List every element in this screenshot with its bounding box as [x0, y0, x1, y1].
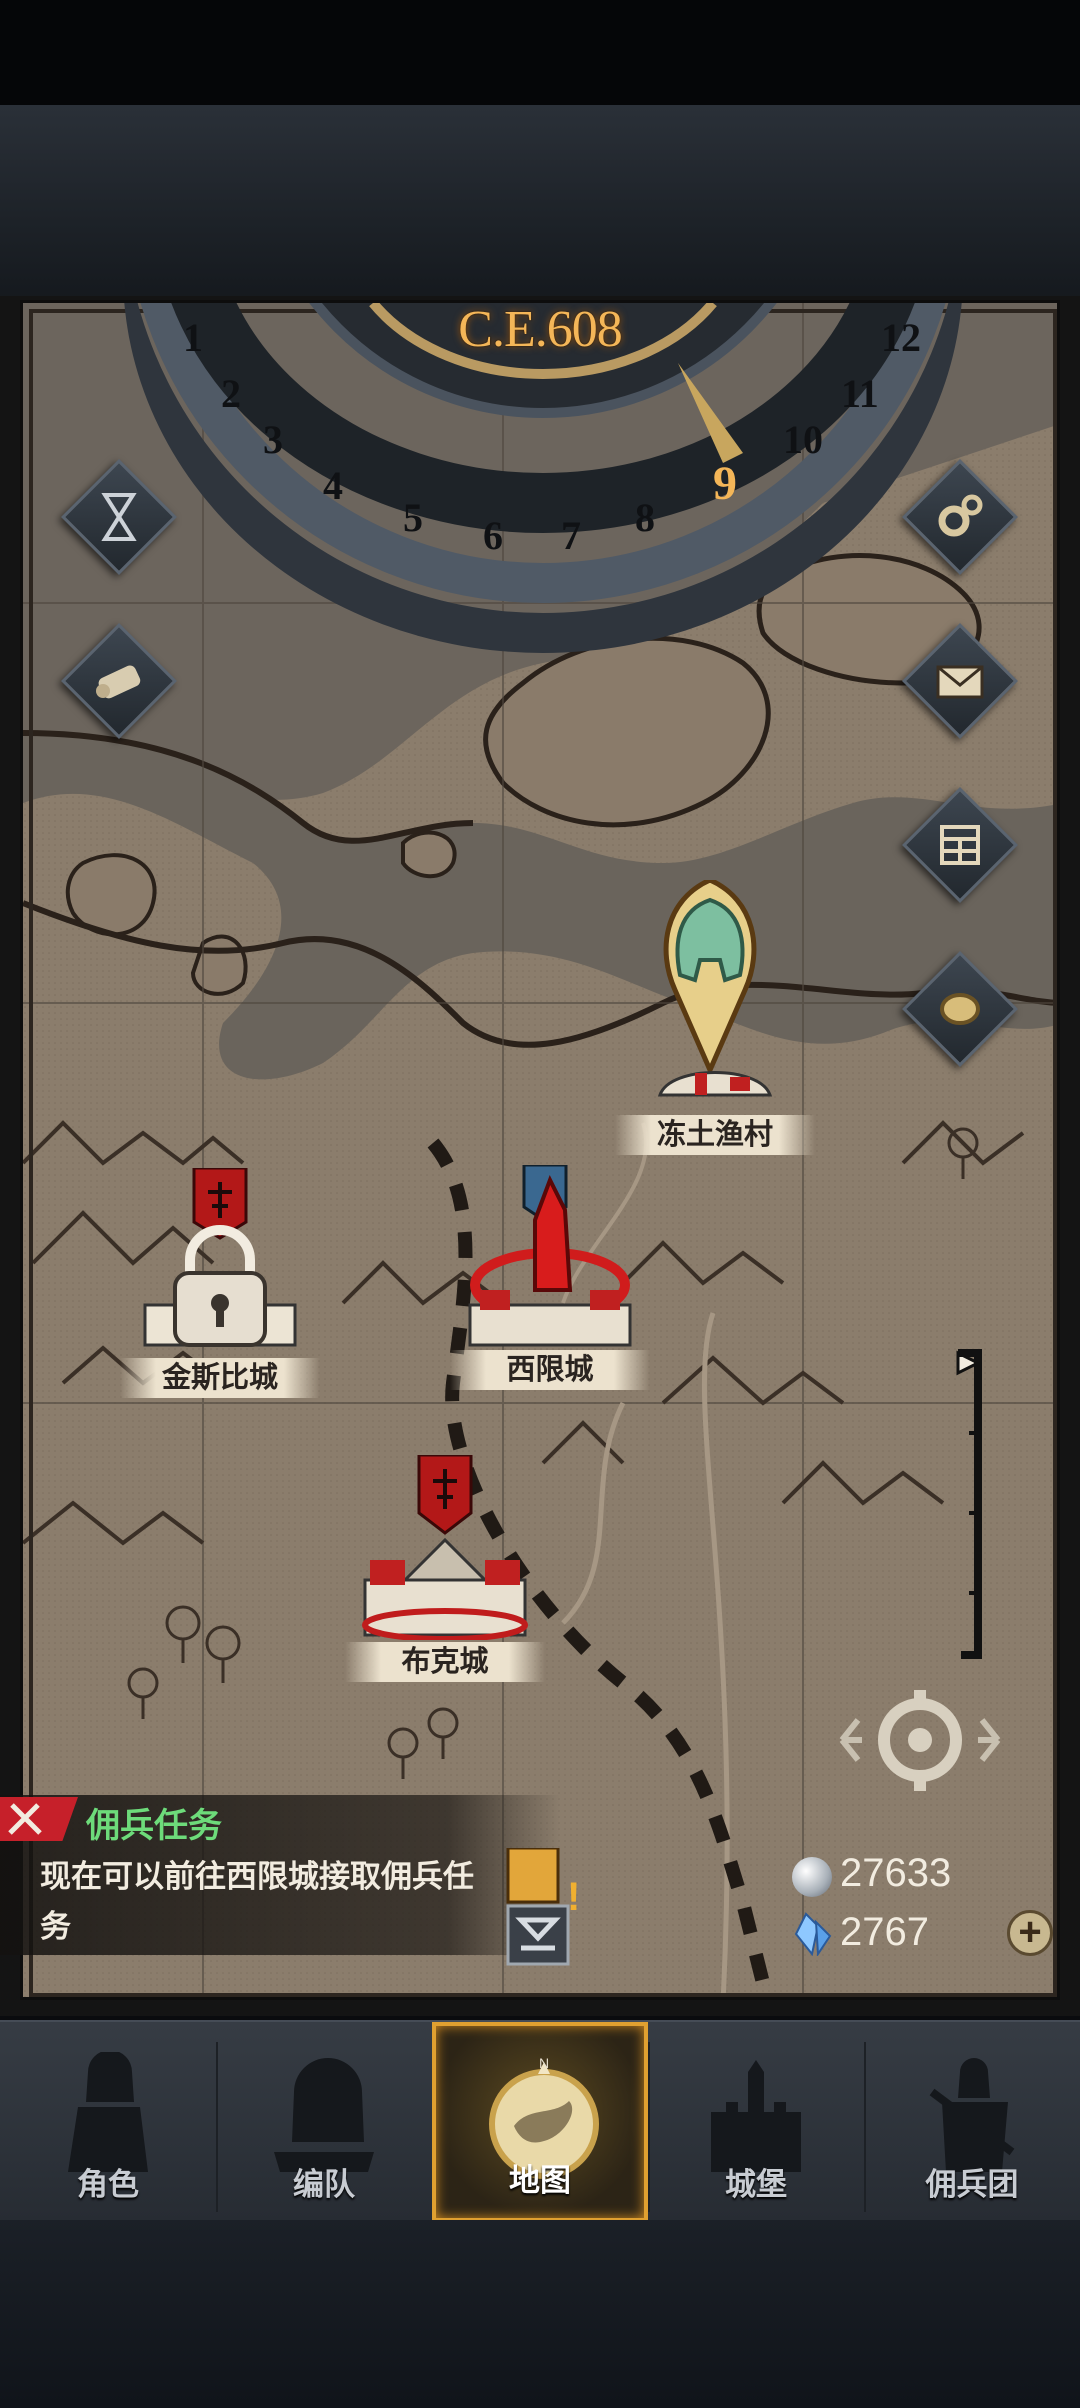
- mail-button[interactable]: [902, 623, 1018, 739]
- city-building-icon: [468, 1290, 632, 1347]
- mail-icon: [936, 665, 984, 699]
- header-band: [0, 105, 1080, 300]
- silver-coin-icon: [792, 1857, 832, 1897]
- town-label-xixian[interactable]: 西限城: [450, 1350, 650, 1390]
- city-building-icon: [362, 1537, 528, 1640]
- svg-text:5: 5: [403, 495, 423, 540]
- scroll-icon: [96, 665, 141, 699]
- nav-label: 佣兵团: [925, 2167, 1019, 2202]
- svg-text:2: 2: [221, 371, 241, 416]
- shop-button[interactable]: [902, 951, 1018, 1067]
- status-bar: [0, 0, 1080, 105]
- crossed-swords-icon: [8, 1803, 42, 1835]
- bottom-band: [0, 2220, 1080, 2408]
- svg-text:3: 3: [263, 417, 283, 462]
- svg-text:8: 8: [635, 495, 655, 540]
- mission-title: 佣兵任务: [86, 1807, 222, 1845]
- nav-item-character[interactable]: 角色: [0, 2022, 216, 2222]
- mission-text: 现在可以前往西限城接取佣兵任务: [40, 1859, 474, 1944]
- grid-button[interactable]: [902, 787, 1018, 903]
- compass-north: N: [539, 2056, 549, 2071]
- helmet-marker-icon[interactable]: [655, 880, 765, 1080]
- lock-icon: [143, 1225, 297, 1347]
- quest-shortcut-icon[interactable]: !: [503, 1848, 583, 1968]
- scroll-button[interactable]: [61, 623, 177, 739]
- svg-text:4: 4: [323, 463, 343, 508]
- grid-icon: [940, 825, 980, 865]
- bottom-nav: 角色 编队 N 地图 城堡 佣兵团: [0, 2020, 1080, 2222]
- nav-label: 编队: [293, 2167, 355, 2202]
- svg-text:7: 7: [561, 513, 581, 558]
- banner-icon: [417, 1455, 473, 1535]
- town-label-frozen-village[interactable]: 冻土渔村: [615, 1115, 815, 1155]
- add-currency-button[interactable]: +: [1007, 1910, 1053, 1956]
- coin-icon: [940, 993, 980, 1025]
- settings-button[interactable]: [902, 459, 1018, 575]
- town-label-buke[interactable]: 布克城: [345, 1642, 545, 1682]
- nav-label: 角色: [77, 2167, 139, 2202]
- svg-text:11: 11: [841, 371, 879, 416]
- gear-icon: [938, 494, 983, 537]
- nav-label: 城堡: [725, 2167, 787, 2202]
- hourglass-button[interactable]: [61, 459, 177, 575]
- nav-item-mercenary[interactable]: 佣兵团: [864, 2022, 1080, 2222]
- svg-text:10: 10: [783, 417, 823, 462]
- crystal-icon: [794, 1912, 832, 1956]
- nav-item-formation[interactable]: 编队: [216, 2022, 432, 2222]
- town-label-jinsibi[interactable]: 金斯比城: [120, 1358, 320, 1398]
- silver-amount: 27633: [840, 1851, 952, 1895]
- village-building-icon: [657, 1071, 773, 1097]
- svg-text:1: 1: [183, 315, 203, 360]
- svg-text:9: 9: [713, 457, 737, 510]
- svg-text:6: 6: [483, 513, 503, 558]
- recenter-button[interactable]: [830, 1685, 1010, 1795]
- nav-item-map[interactable]: N 地图: [432, 2022, 648, 2222]
- hourglass-icon: [101, 493, 137, 541]
- nav-label: 地图: [509, 2163, 571, 2198]
- svg-text:12: 12: [881, 315, 921, 360]
- crystal-amount: 2767: [840, 1910, 929, 1954]
- era-year: C.E.608: [458, 301, 622, 358]
- nav-item-castle[interactable]: 城堡: [648, 2022, 864, 2222]
- svg-text:!: !: [567, 1875, 580, 1919]
